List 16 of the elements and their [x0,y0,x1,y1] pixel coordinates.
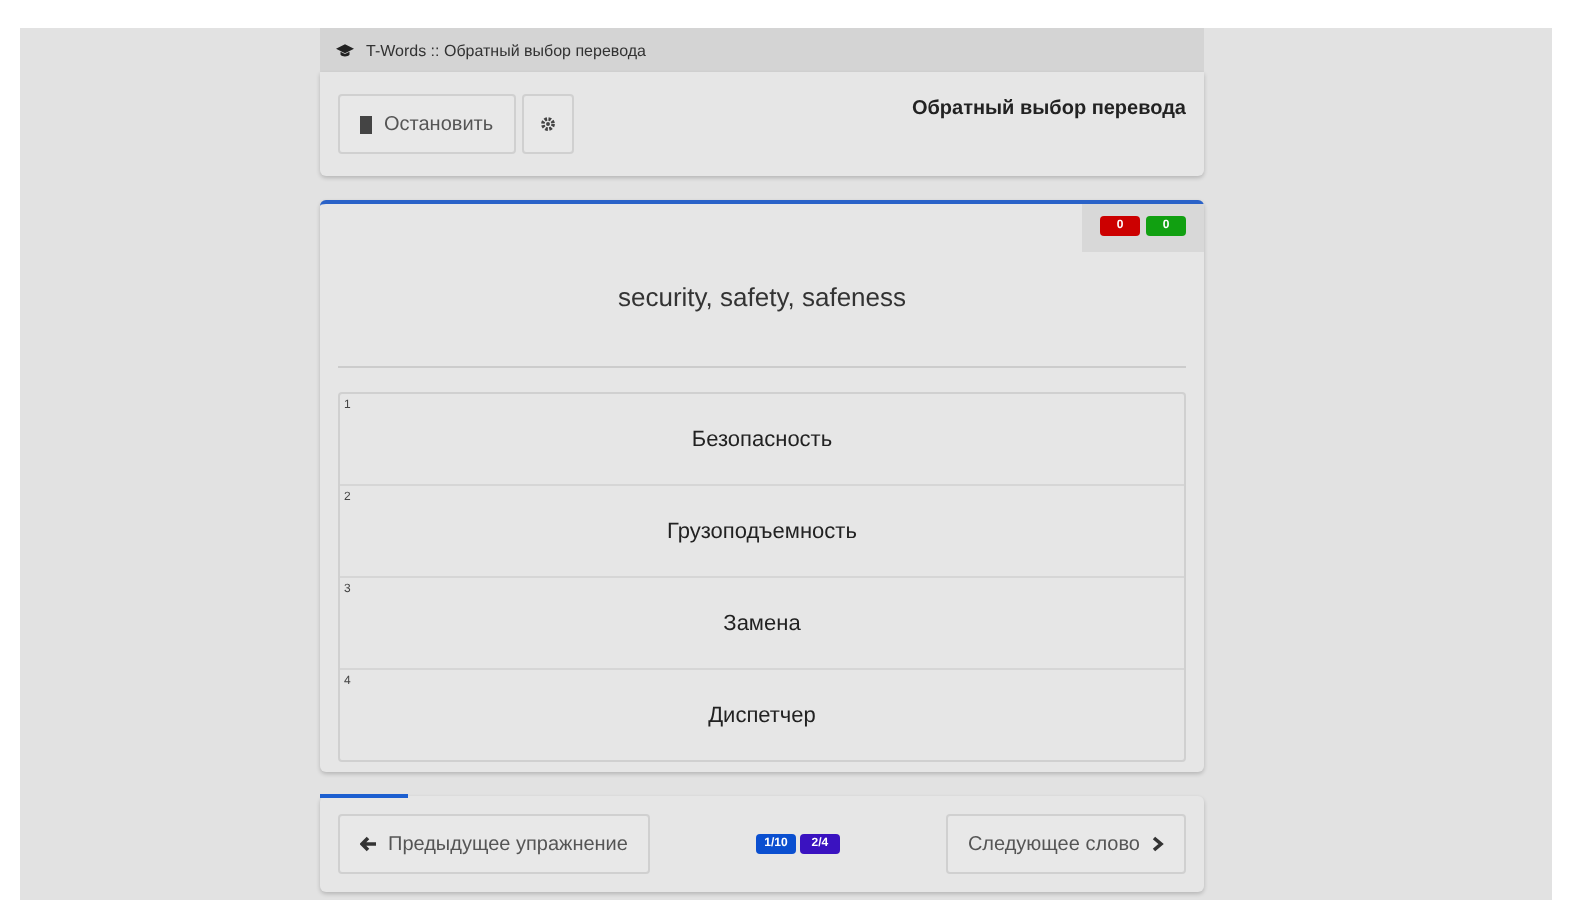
exercise-heading: Обратный выбор перевода [911,98,1186,120]
option-text: Безопасность [691,427,833,451]
option-text: Грузоподъемность [667,519,857,543]
question-word: security, safety, safeness [615,282,909,316]
option-text: Замена [723,611,801,635]
stop-button[interactable]: Остановить [338,94,516,154]
chevron-right-icon [1151,836,1164,852]
window-title: T-Words :: Обратный выбор перевода [366,41,646,59]
stop-icon [360,115,372,133]
option-text: Диспетчер [708,703,816,727]
arrow-left-icon [360,836,376,852]
graduation-cap-icon [336,43,354,57]
settings-icon [539,116,556,132]
next-button[interactable]: Следующее слово [945,814,1186,874]
previous-button[interactable]: Предыдущее упражнение [338,814,650,874]
settings-button[interactable] [521,94,574,154]
